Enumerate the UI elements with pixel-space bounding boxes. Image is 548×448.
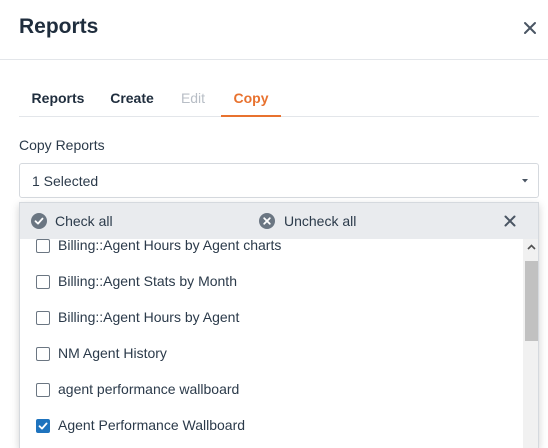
checkbox[interactable] — [36, 347, 50, 361]
item-label: agent performance wallboard — [58, 381, 240, 397]
list-item[interactable]: agent performance wallboard — [20, 373, 523, 409]
scroll-thumb[interactable] — [525, 261, 538, 341]
checkbox-checked[interactable] — [36, 419, 50, 433]
tab-reports[interactable]: Reports — [23, 82, 93, 117]
checkbox[interactable] — [36, 275, 50, 289]
checkbox[interactable] — [36, 383, 50, 397]
check-all-label: Check all — [55, 213, 113, 229]
checkbox[interactable] — [36, 311, 50, 325]
close-dialog-button[interactable] — [519, 17, 541, 39]
item-label: Billing::Agent Stats by Month — [58, 273, 237, 289]
item-label: Billing::Agent Hours by Agent charts — [58, 239, 282, 253]
dropdown-toolbar: Check all Uncheck all — [20, 203, 538, 239]
list-scrollbar[interactable] — [523, 239, 539, 448]
caret-down-icon — [522, 179, 528, 183]
checkmark-icon — [38, 422, 48, 430]
list-item[interactable]: Billing::Agent Hours by Agent charts — [20, 239, 523, 265]
close-dropdown-icon[interactable] — [502, 213, 518, 229]
scroll-up-arrow-icon[interactable] — [523, 239, 539, 256]
tab-copy[interactable]: Copy — [221, 82, 281, 117]
x-circle-icon — [259, 213, 275, 229]
uncheck-all-label: Uncheck all — [284, 213, 357, 229]
copy-reports-label: Copy Reports — [19, 137, 105, 153]
selected-count: 1 Selected — [32, 173, 99, 189]
tab-bar: Reports Create Edit Copy — [19, 82, 539, 117]
item-label: Agent Performance Wallboard — [58, 417, 246, 433]
list-item[interactable]: Billing::Agent Stats by Month — [20, 265, 523, 301]
copy-reports-select[interactable]: 1 Selected — [19, 163, 539, 198]
checkbox[interactable] — [36, 239, 50, 253]
dialog-title: Reports — [19, 15, 99, 38]
list-item[interactable]: Billing::Agent Hours by Agent — [20, 301, 523, 337]
report-list: Billing::Agent Hours by Agent charts Bil… — [20, 239, 523, 448]
item-label: NM Agent History — [58, 345, 167, 361]
check-all-button[interactable]: Check all — [20, 203, 140, 239]
reports-dialog: Reports Reports Create Edit Copy Copy Re… — [0, 0, 548, 448]
tab-edit: Edit — [180, 90, 206, 106]
list-item[interactable]: NM Agent History — [20, 337, 523, 373]
uncheck-all-button[interactable]: Uncheck all — [248, 203, 378, 239]
reports-dropdown: Check all Uncheck all Billing::Agent Hou… — [19, 202, 539, 448]
list-item[interactable]: Agent Performance Wallboard — [20, 409, 523, 445]
dialog-header: Reports — [0, 0, 548, 60]
tab-create[interactable]: Create — [103, 82, 161, 117]
check-circle-icon — [31, 213, 47, 229]
item-label: Billing::Agent Hours by Agent — [58, 309, 240, 325]
close-icon — [524, 22, 536, 34]
